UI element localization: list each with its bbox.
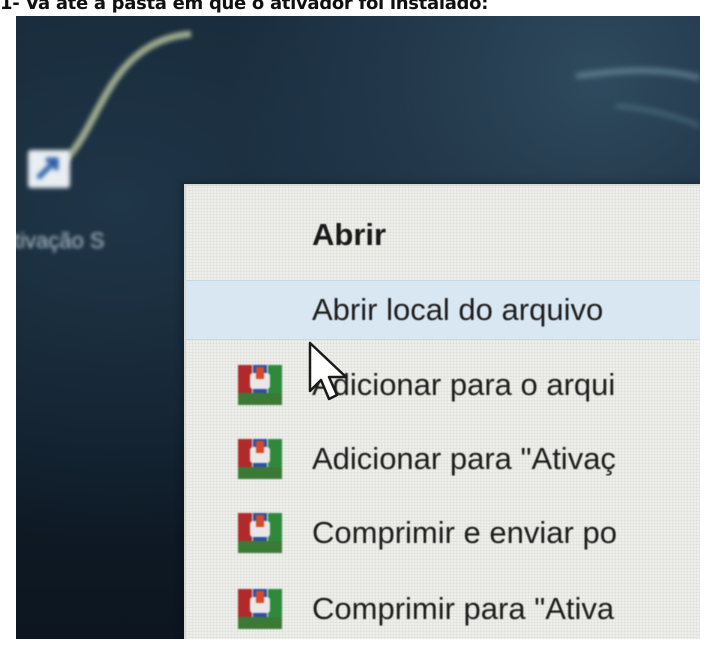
menu-item-label: Comprimir e enviar po bbox=[312, 515, 617, 550]
mouse-pointer-icon bbox=[308, 341, 348, 401]
menu-item-label: Adicionar para o arqui bbox=[312, 367, 616, 402]
menu-item-label: Adicionar para "Ativaç bbox=[312, 441, 616, 476]
shortcut-label[interactable]: tivação S bbox=[16, 228, 105, 254]
winrar-icon bbox=[238, 439, 282, 479]
instruction-caption: 1- Vá até a pasta em que o ativador foi … bbox=[0, 0, 489, 14]
menu-item-label: Comprimir para "Ativa bbox=[312, 591, 615, 626]
shortcut-arrow-icon[interactable] bbox=[26, 146, 74, 192]
menu-item-adicionar-arquivo[interactable]: Adicionar para o arqui bbox=[186, 356, 700, 414]
screen-photo: tivação S Abrir Abrir local do arquivo A… bbox=[16, 16, 700, 639]
menu-item-label: Abrir bbox=[312, 217, 387, 252]
menu-item-abrir-local[interactable]: Abrir local do arquivo bbox=[186, 280, 700, 340]
menu-item-adicionar-ativacao[interactable]: Adicionar para "Ativaç bbox=[186, 430, 700, 488]
menu-item-abrir[interactable]: Abrir bbox=[186, 206, 700, 264]
menu-item-label: Abrir local do arquivo bbox=[312, 292, 604, 327]
menu-item-comprimir-ativacao[interactable]: Comprimir para "Ativa bbox=[186, 580, 700, 638]
winrar-icon bbox=[238, 513, 282, 553]
context-menu: Abrir Abrir local do arquivo Adicionar p… bbox=[184, 184, 700, 639]
winrar-icon bbox=[238, 589, 282, 629]
winrar-icon bbox=[238, 365, 282, 405]
menu-item-comprimir-enviar[interactable]: Comprimir e enviar po bbox=[186, 504, 700, 562]
